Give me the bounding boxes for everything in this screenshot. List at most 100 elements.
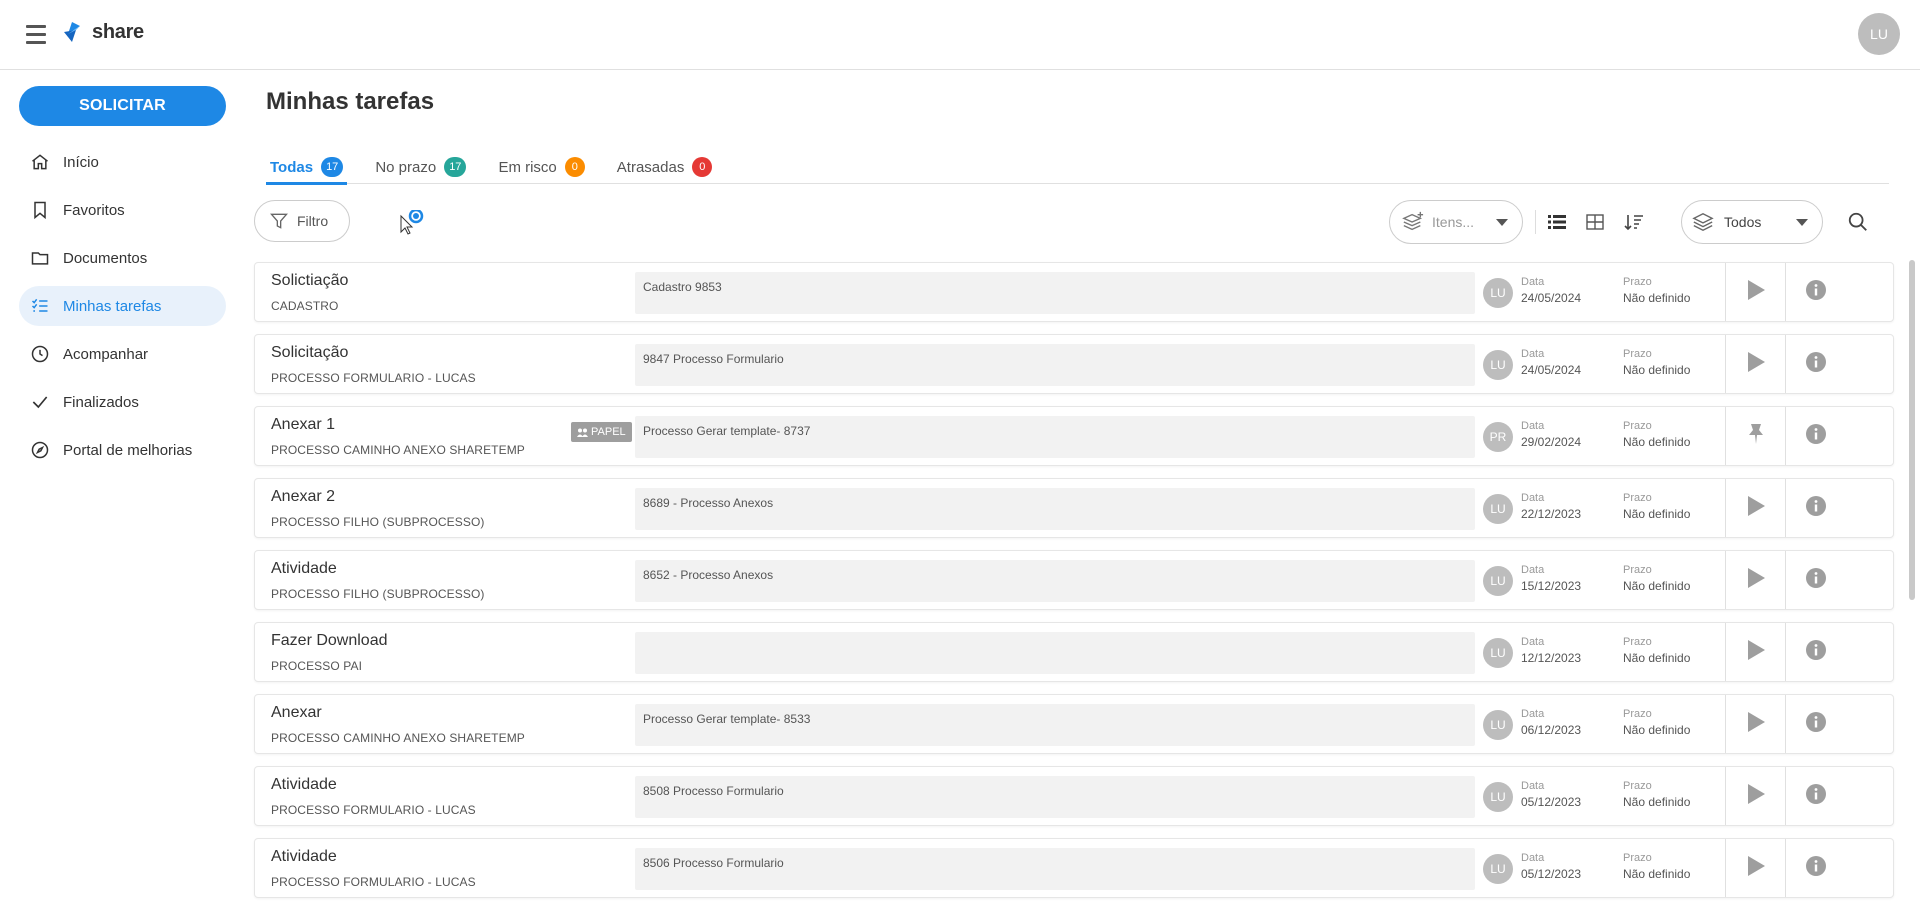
play-icon	[1746, 567, 1766, 594]
user-avatar[interactable]: LU	[1858, 13, 1900, 55]
task-title: Anexar 1	[271, 416, 336, 433]
task-title: Solicitação	[271, 344, 349, 361]
deadline-value: Não definido	[1623, 435, 1691, 449]
date-label: Data	[1521, 780, 1545, 792]
assignee-avatar: LU	[1483, 350, 1513, 380]
date-label: Data	[1521, 348, 1545, 360]
task-row[interactable]: Atividade PROCESSO FILHO (SUBPROCESSO) 865…	[254, 550, 1894, 610]
logo[interactable]: share	[60, 20, 144, 44]
itens-select[interactable]: Itens...	[1389, 200, 1523, 244]
task-process: PROCESSO FORMULARIO - LUCAS	[271, 875, 476, 889]
solicitar-button[interactable]: SOLICITAR	[19, 86, 226, 126]
deadline-label: Prazo	[1623, 708, 1652, 720]
logo-text: share	[92, 20, 144, 43]
filter-button[interactable]: Filtro	[254, 200, 350, 242]
task-process: PROCESSO FILHO (SUBPROCESSO)	[271, 587, 485, 601]
group-icon	[577, 428, 588, 437]
date-label: Data	[1521, 276, 1545, 288]
info-button[interactable]	[1785, 551, 1845, 609]
task-title: Anexar 2	[271, 488, 336, 505]
deadline-value: Não definido	[1623, 579, 1691, 593]
play-button[interactable]	[1725, 479, 1785, 537]
deadline-value: Não definido	[1623, 651, 1691, 665]
deadline-label: Prazo	[1623, 852, 1652, 864]
task-process: CADASTRO	[271, 299, 339, 313]
info-button[interactable]	[1785, 335, 1845, 393]
todos-label: Todos	[1724, 214, 1762, 230]
task-description: Cadastro 9853	[635, 272, 1475, 314]
search-icon[interactable]	[1846, 210, 1870, 234]
info-button[interactable]	[1785, 407, 1845, 465]
sidebar-item-acompanhar[interactable]: Acompanhar	[19, 334, 226, 374]
sidebar-item-portal-de-melhorias[interactable]: Portal de melhorias	[19, 430, 226, 470]
tab-em-risco[interactable]: Em risco 0	[494, 150, 588, 184]
tab-label: Em risco	[498, 158, 557, 176]
task-row[interactable]: Solictiação CADASTRO Cadastro 9853 LU Data 24…	[254, 262, 1894, 322]
clock-icon	[29, 343, 51, 365]
info-button[interactable]	[1785, 623, 1845, 681]
play-icon	[1746, 783, 1766, 810]
sidebar-item-favoritos[interactable]: Favoritos	[19, 190, 226, 230]
date-block: Data 29/02/2024	[1521, 420, 1581, 449]
grid-view-icon[interactable]	[1583, 210, 1607, 234]
layers-plus-icon	[1402, 211, 1424, 231]
info-icon	[1805, 783, 1826, 809]
toolbar-divider	[1535, 210, 1536, 234]
play-button[interactable]	[1725, 263, 1785, 321]
info-button[interactable]	[1785, 263, 1845, 321]
task-description: 8506 Processo Formulario	[635, 848, 1475, 890]
task-list-icon	[29, 295, 51, 317]
task-row[interactable]: Solicitação PROCESSO FORMULARIO - LUCAS 98…	[254, 334, 1894, 394]
caret-down-icon	[1496, 219, 1508, 226]
pin-button[interactable]	[1725, 407, 1785, 465]
tab-todas[interactable]: Todas 17	[266, 150, 348, 185]
play-button[interactable]	[1725, 767, 1785, 825]
sidebar-item-documentos[interactable]: Documentos	[19, 238, 226, 278]
task-row[interactable]: Atividade PROCESSO FORMULARIO - LUCAS 8506…	[254, 838, 1894, 898]
play-icon	[1746, 279, 1766, 306]
toolbar: Filtro Itens... Todos	[254, 200, 1894, 244]
task-row[interactable]: Anexar 1 PROCESSO CAMINHO ANEXO SHARETEMP…	[254, 406, 1894, 466]
info-button[interactable]	[1785, 767, 1845, 825]
deadline-block: Prazo Não definido	[1623, 348, 1690, 377]
date-block: Data 22/12/2023	[1521, 492, 1581, 521]
play-button[interactable]	[1725, 335, 1785, 393]
tab-label: Atrasadas	[616, 158, 685, 176]
tab-atrasadas[interactable]: Atrasadas 0	[613, 150, 717, 184]
info-button[interactable]	[1785, 839, 1845, 897]
scrollbar[interactable]	[1909, 260, 1915, 600]
task-row[interactable]: Anexar PROCESSO CAMINHO ANEXO SHARETEMP Pr…	[254, 694, 1894, 754]
sidebar-item-finalizados[interactable]: Finalizados	[19, 382, 226, 422]
play-button[interactable]	[1725, 623, 1785, 681]
date-block: Data 15/12/2023	[1521, 564, 1581, 593]
loading-cursor-icon	[399, 208, 427, 243]
info-button[interactable]	[1785, 479, 1845, 537]
task-tabs: Todas 17 No prazo 17 Em risco 0 Atrasada…	[266, 150, 1889, 185]
menu-icon[interactable]	[22, 20, 50, 48]
deadline-label: Prazo	[1623, 564, 1652, 576]
layers-icon	[1692, 212, 1714, 232]
date-value: 29/02/2024	[1521, 435, 1582, 449]
info-button[interactable]	[1785, 695, 1845, 753]
count-badge: 0	[564, 157, 585, 177]
play-button[interactable]	[1725, 839, 1785, 897]
info-icon	[1805, 567, 1826, 593]
sort-icon[interactable]	[1622, 210, 1646, 234]
sidebar-item-minhas-tarefas[interactable]: Minhas tarefas	[19, 286, 226, 326]
todos-select[interactable]: Todos	[1681, 200, 1823, 244]
task-row[interactable]: Fazer Download PROCESSO PAI LU Data 12/12/20…	[254, 622, 1894, 682]
task-process: PROCESSO CAMINHO ANEXO SHARETEMP	[271, 731, 525, 745]
list-view-icon[interactable]	[1545, 210, 1569, 234]
task-row[interactable]: Anexar 2 PROCESSO FILHO (SUBPROCESSO) 8689…	[254, 478, 1894, 538]
play-button[interactable]	[1725, 695, 1785, 753]
task-row[interactable]: Atividade PROCESSO FORMULARIO - LUCAS 8508…	[254, 766, 1894, 826]
date-block: Data 12/12/2023	[1521, 636, 1581, 665]
info-icon	[1805, 279, 1826, 305]
tab-no-prazo[interactable]: No prazo 17	[371, 150, 470, 184]
deadline-value: Não definido	[1623, 795, 1691, 809]
date-block: Data 06/12/2023	[1521, 708, 1581, 737]
play-button[interactable]	[1725, 551, 1785, 609]
sidebar-item-inicio[interactable]: Início	[19, 142, 226, 182]
play-icon	[1746, 639, 1766, 666]
task-process: PROCESSO FORMULARIO - LUCAS	[271, 803, 476, 817]
